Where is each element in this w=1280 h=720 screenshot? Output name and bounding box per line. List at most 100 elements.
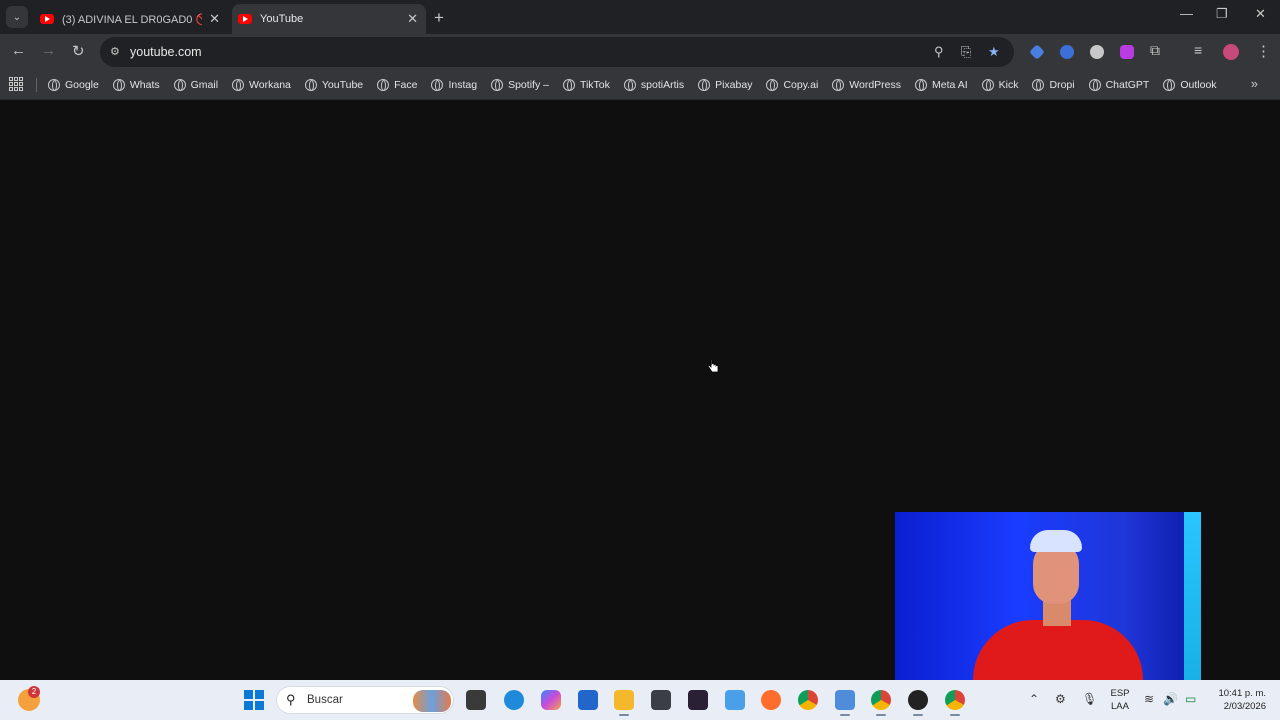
bookmark-item[interactable]: Pixabay <box>698 79 752 91</box>
capcut-icon[interactable] <box>688 690 708 710</box>
battery-icon[interactable]: ▭ <box>1185 692 1196 706</box>
globe-icon <box>48 79 60 91</box>
install-app-icon[interactable]: ⎘ <box>961 44 971 60</box>
bookmark-item[interactable]: YouTube <box>304 79 364 91</box>
bookmark-item[interactable]: spotiArtis <box>623 79 685 91</box>
chrome-active-icon[interactable] <box>945 690 965 716</box>
bookmark-item[interactable]: Face <box>377 79 417 91</box>
globe-icon <box>1163 79 1176 91</box>
store-icon[interactable] <box>578 690 598 710</box>
globe-icon <box>832 79 845 91</box>
clock-time: 10:41 p. m. <box>1218 688 1266 699</box>
bookmarks-bar: Google Whats Gmail Workana YouTube Face Instag… <box>0 70 1280 100</box>
globe-icon <box>698 79 711 91</box>
clock-date: 2/03/2026 <box>1223 701 1266 712</box>
bookmark-item[interactable]: Gmail <box>173 79 218 91</box>
forward-arrow-icon[interactable]: → <box>41 42 56 59</box>
taskbar: 2 ⚲ Buscar ⌃ ⚙ 🎙 ESP LAA ≋ 🔊 ▭ 10:41 p. … <box>0 680 1280 720</box>
microphone-icon[interactable]: 🎙 <box>1082 692 1097 706</box>
file-explorer-icon[interactable] <box>614 690 634 716</box>
firefox-icon[interactable] <box>761 690 781 710</box>
clock[interactable]: 10:41 p. m. 2/03/2026 <box>1206 687 1266 713</box>
notepad-icon[interactable] <box>835 690 855 716</box>
restore-icon[interactable]: ❐ <box>1216 6 1228 22</box>
globe-icon <box>431 79 444 91</box>
star-icon[interactable]: ★ <box>988 44 1000 60</box>
bookmark-label: Outlook <box>1180 79 1217 91</box>
globe-icon <box>491 79 504 91</box>
site-info-icon[interactable]: ⚙ <box>110 45 120 58</box>
bookmark-label: spotiArtis <box>640 79 685 91</box>
edge-icon[interactable] <box>504 690 524 710</box>
wifi-icon[interactable]: ≋ <box>1144 692 1154 706</box>
close-icon[interactable]: ✕ <box>407 11 418 27</box>
bookmark-item[interactable]: Meta AI <box>915 79 968 91</box>
bookmark-item[interactable]: ChatGPT <box>1088 79 1149 91</box>
url-text[interactable]: youtube.com <box>130 45 202 59</box>
globe-icon <box>112 79 125 91</box>
bookmark-item[interactable]: Instag <box>431 79 477 91</box>
obs-icon[interactable] <box>908 690 928 716</box>
bookmark-item[interactable]: Kick <box>981 79 1018 91</box>
bookmark-item[interactable]: Whats <box>112 79 160 91</box>
tab-youtube[interactable]: YouTube ✕ <box>232 4 426 34</box>
globe-icon <box>1032 79 1045 91</box>
minimize-icon[interactable]: — <box>1180 6 1193 21</box>
lens-extension-icon[interactable] <box>1060 45 1074 59</box>
bookmark-item[interactable]: Spotify – <box>491 79 549 91</box>
bookmark-item[interactable]: Workana <box>232 79 291 91</box>
divider <box>36 78 37 92</box>
bookmark-label: YouTube <box>321 79 364 91</box>
bookmark-label: Spotify – <box>508 79 549 91</box>
bookmark-item[interactable]: Copy.ai <box>766 79 818 91</box>
tab-title: YouTube <box>260 13 304 25</box>
close-window-icon[interactable]: ✕ <box>1255 6 1266 22</box>
snipping-tool-icon[interactable] <box>725 690 745 710</box>
bookmark-item[interactable]: Outlook <box>1163 79 1217 91</box>
download-extension-icon[interactable] <box>1120 45 1134 59</box>
bookmark-item[interactable]: WordPress <box>832 79 901 91</box>
bookmark-label: WordPress <box>849 79 902 91</box>
gamepad-extension-icon[interactable] <box>1090 45 1104 59</box>
globe-icon <box>623 79 636 91</box>
copilot-icon[interactable] <box>541 690 561 710</box>
light-edge <box>1184 512 1201 684</box>
language-indicator[interactable]: ESP LAA <box>1106 687 1134 713</box>
globe-icon <box>304 79 317 91</box>
bookmark-item[interactable]: Dropi <box>1032 79 1075 91</box>
bookmark-item[interactable]: Google <box>48 79 99 91</box>
avatar[interactable] <box>1223 44 1239 60</box>
apps-grid-icon[interactable] <box>9 77 23 91</box>
globe-icon <box>562 79 575 91</box>
windows-start-icon[interactable] <box>244 690 264 710</box>
bookmark-label: Whats <box>129 79 160 91</box>
task-view-icon[interactable] <box>466 690 486 710</box>
chevron-up-icon[interactable]: ⌃ <box>1029 692 1039 706</box>
taskbar-search[interactable]: ⚲ Buscar <box>276 686 454 714</box>
cube-app-icon[interactable] <box>651 690 671 710</box>
address-bar[interactable]: ⚙ youtube.com ⚲ ⎘ ★ <box>100 37 1014 67</box>
tag-extension-icon[interactable] <box>1029 44 1045 60</box>
tab-search-button[interactable]: ⌄ <box>6 6 28 28</box>
media-control-icon[interactable]: ≡ <box>1194 42 1202 58</box>
bookmark-label: Face <box>394 79 418 91</box>
search-highlight-image <box>413 690 451 712</box>
new-tab-plus-icon[interactable]: + <box>434 8 444 28</box>
bookmark-item[interactable]: TikTok <box>562 79 610 91</box>
chrome-profile-icon[interactable] <box>871 690 891 716</box>
globe-icon <box>173 79 186 91</box>
hand-cursor-icon <box>707 358 719 373</box>
puzzle-icon[interactable]: ⧉ <box>1150 42 1160 59</box>
close-icon[interactable]: ✕ <box>209 11 220 27</box>
tray-app-icon[interactable]: ⚙ <box>1055 692 1066 706</box>
bookmark-label: Copy.ai <box>783 79 819 91</box>
volume-icon[interactable]: 🔊 <box>1163 692 1178 706</box>
chrome-icon[interactable] <box>798 690 818 710</box>
chevron-double-right-icon[interactable]: » <box>1251 76 1258 91</box>
tab-video[interactable]: (3) ADIVINA EL DR0GAD0 🚫 - ✕ <box>34 4 228 34</box>
reload-icon[interactable]: ↻ <box>72 42 85 60</box>
back-arrow-icon[interactable]: ← <box>11 42 26 59</box>
zoom-search-icon[interactable]: ⚲ <box>934 44 944 60</box>
menu-dots-icon[interactable]: ⋮ <box>1256 42 1271 60</box>
globe-icon <box>915 79 928 91</box>
